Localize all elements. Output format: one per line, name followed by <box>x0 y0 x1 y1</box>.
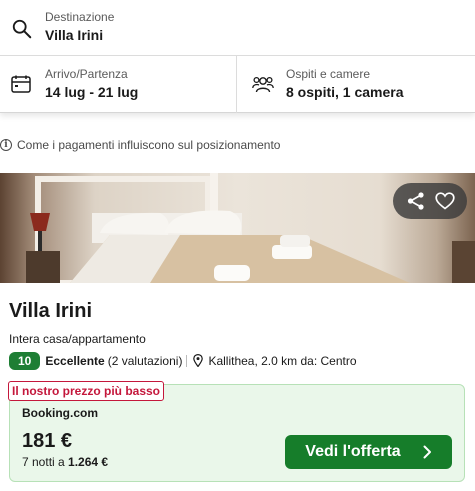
nights-total-value: 1.264 € <box>68 455 109 469</box>
dates-value: 14 lug - 21 lug <box>45 84 139 100</box>
chevron-right-icon <box>423 445 431 459</box>
rating-row: 10 Eccellente (2 valutazioni) Kallithea,… <box>9 351 357 370</box>
guests-label: Ospiti e camere <box>286 67 371 81</box>
deal-price: 181 € <box>22 430 73 452</box>
guests-field[interactable]: Ospiti e camere 8 ospiti, 1 camera <box>238 56 475 113</box>
view-deal-label: Vedi l'offerta <box>305 443 401 460</box>
location-pin-icon <box>193 354 204 367</box>
search-card: Destinazione Villa Irini Arrivo/Partenza… <box>0 0 475 113</box>
property-type: Intera casa/appartamento <box>9 332 146 346</box>
dates-field[interactable]: Arrivo/Partenza 14 lug - 21 lug <box>0 56 237 113</box>
info-icon: i <box>0 139 12 151</box>
view-deal-button[interactable]: Vedi l'offerta <box>285 435 452 469</box>
payment-info-link[interactable]: i Come i pagamenti influiscono sul posiz… <box>0 136 280 154</box>
destination-label: Destinazione <box>45 10 115 24</box>
search-icon <box>12 19 32 39</box>
share-button[interactable] <box>404 189 428 213</box>
provider-name: Booking.com <box>22 406 99 420</box>
photo-actions <box>393 183 467 219</box>
location-text[interactable]: Kallithea, 2.0 km da: Centro <box>208 354 356 368</box>
rating-badge: 10 <box>9 351 41 370</box>
lowest-price-tag: Il nostro prezzo più basso <box>8 381 165 401</box>
rating-label: Eccellente <box>45 353 105 368</box>
hotel-name[interactable]: Villa Irini <box>9 300 92 323</box>
guests-value: 8 ospiti, 1 camera <box>286 84 404 100</box>
dates-label: Arrivo/Partenza <box>45 67 128 81</box>
guests-icon <box>252 76 274 93</box>
payment-info-text: Come i pagamenti influiscono sul posizio… <box>17 138 281 152</box>
nights-total: 7 notti a 1.264 € <box>22 455 108 469</box>
heart-icon <box>434 192 455 210</box>
nights-prefix: 7 notti a <box>22 455 65 469</box>
destination-value: Villa Irini <box>45 27 104 43</box>
favorite-button[interactable] <box>433 189 457 213</box>
divider <box>186 354 188 367</box>
share-icon <box>407 192 424 210</box>
destination-field[interactable]: Destinazione Villa Irini <box>0 0 475 56</box>
calendar-icon <box>11 75 31 93</box>
rating-count[interactable]: (2 valutazioni) <box>108 354 183 368</box>
